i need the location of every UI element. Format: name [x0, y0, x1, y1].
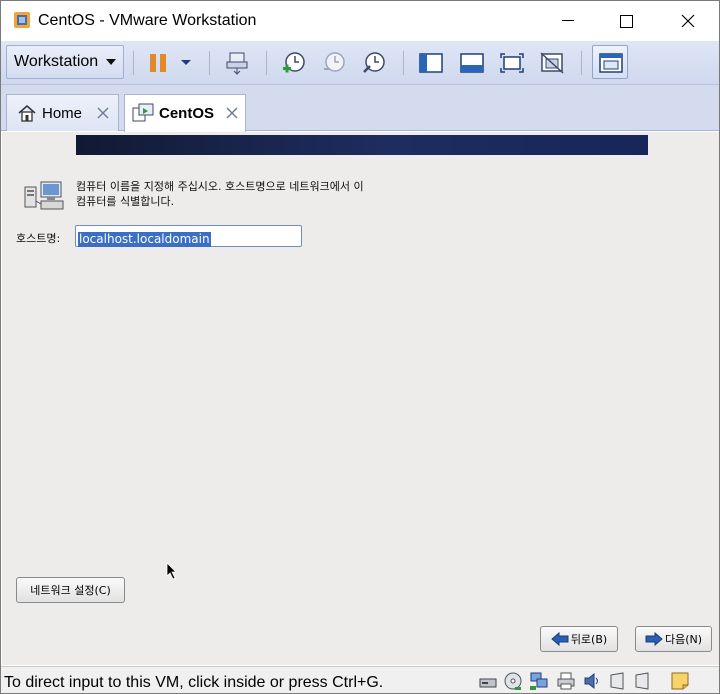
network-settings-button[interactable]: 네트워크 설정(C)	[16, 577, 125, 603]
vm-console[interactable]: 컴퓨터 이름을 지정해 주십시오. 호스트명으로 네트워크에서 이 컴퓨터를 식…	[2, 132, 719, 665]
close-window-button[interactable]	[665, 1, 711, 41]
mouse-cursor-icon	[166, 562, 177, 580]
hostname-input-value: localhost.localdomain	[78, 232, 211, 247]
take-snapshot-icon[interactable]	[280, 49, 308, 77]
toolbar-divider	[403, 51, 404, 75]
vmware-window: CentOS - VMware Workstation Workstation	[0, 0, 720, 694]
status-message: To direct input to this VM, click inside…	[4, 674, 384, 691]
workstation-menu-label: Workstation	[14, 53, 99, 70]
home-icon	[18, 105, 36, 122]
message-log-icon[interactable]	[670, 671, 690, 691]
close-tab-icon[interactable]	[225, 106, 239, 120]
back-button[interactable]: 뒤로(B)	[540, 626, 618, 652]
installer-banner	[76, 135, 648, 155]
pause-icon[interactable]	[144, 49, 172, 77]
network-adapter-icon[interactable]	[529, 671, 549, 691]
display-icon[interactable]	[633, 671, 653, 691]
toolbar-divider	[581, 51, 582, 75]
hostname-instructions: 컴퓨터 이름을 지정해 주십시오. 호스트명으로 네트워크에서 이 컴퓨터를 식…	[76, 180, 364, 208]
next-button-label: 다음(N)	[664, 633, 703, 646]
sound-card-icon[interactable]	[582, 671, 602, 691]
console-view-icon	[599, 53, 623, 73]
snapshot-manager-icon[interactable]	[360, 49, 388, 77]
toolbar-divider	[266, 51, 267, 75]
arrow-right-icon	[645, 632, 663, 646]
toolbar-divider	[209, 51, 210, 75]
tab-home-label: Home	[42, 105, 83, 122]
cd-dvd-icon[interactable]	[503, 671, 523, 691]
console-view-button[interactable]	[592, 45, 628, 79]
hostname-input[interactable]: localhost.localdomain	[75, 225, 302, 247]
close-tab-icon[interactable]	[96, 106, 110, 120]
back-button-label: 뒤로(B)	[570, 633, 608, 646]
window-title: CentOS - VMware Workstation	[38, 12, 257, 29]
send-ctrl-alt-del-icon[interactable]	[223, 49, 251, 77]
toolbar: Workstation	[1, 41, 719, 85]
workstation-menu-button[interactable]: Workstation	[6, 45, 124, 79]
unity-mode-icon[interactable]	[538, 49, 566, 77]
tab-bar: Home CentOS	[1, 85, 719, 132]
hostname-label: 호스트명:	[16, 232, 61, 245]
revert-snapshot-icon	[320, 49, 348, 77]
thumbnail-bar-icon[interactable]	[458, 49, 486, 77]
full-screen-icon[interactable]	[498, 49, 526, 77]
minimize-button[interactable]	[545, 1, 591, 41]
hard-disk-icon[interactable]	[478, 671, 498, 691]
title-bar: CentOS - VMware Workstation	[1, 1, 719, 41]
status-bar: To direct input to this VM, click inside…	[1, 666, 719, 693]
printer-icon[interactable]	[556, 671, 576, 691]
next-button[interactable]: 다음(N)	[635, 626, 712, 652]
chevron-down-icon	[106, 59, 116, 65]
show-library-icon[interactable]	[417, 49, 445, 77]
arrow-left-icon	[551, 632, 569, 646]
tab-centos-label: CentOS	[159, 105, 215, 122]
display-icon[interactable]	[608, 671, 628, 691]
tab-centos[interactable]: CentOS	[124, 94, 246, 132]
toolbar-divider	[133, 51, 134, 75]
power-options-chevron-icon[interactable]	[172, 49, 200, 77]
vm-icon	[132, 103, 154, 122]
network-computers-icon	[24, 181, 64, 210]
vmware-app-icon	[13, 11, 31, 29]
tab-home[interactable]: Home	[6, 94, 119, 131]
maximize-button[interactable]	[603, 1, 649, 41]
